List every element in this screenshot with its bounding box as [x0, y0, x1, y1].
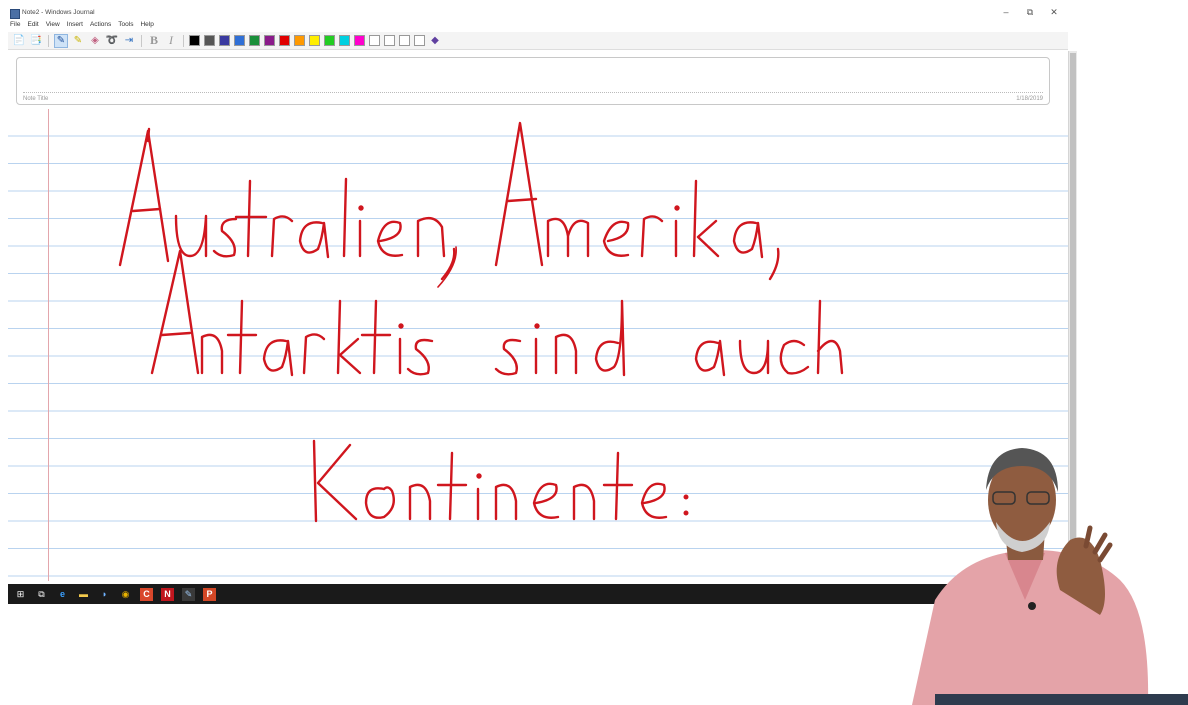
presenter-desk: [935, 694, 1188, 705]
lapel-mic-icon: [1028, 602, 1036, 610]
presenter-video-overlay: [912, 448, 1149, 705]
